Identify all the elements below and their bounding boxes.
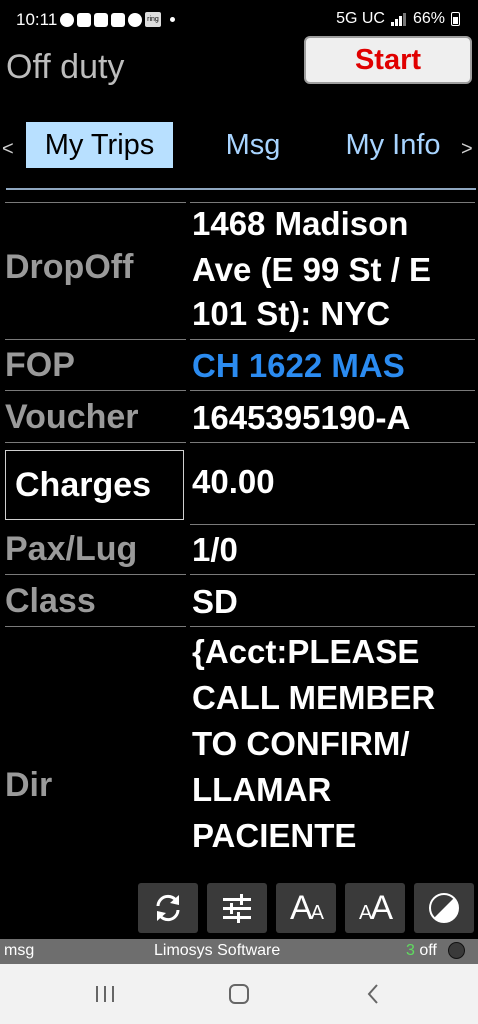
tab-my-trips[interactable]: My Trips <box>26 122 173 168</box>
charges-label[interactable]: Charges <box>5 450 184 520</box>
trip-detail-table[interactable]: DropOff 1468 Madison Ave (E 99 St / E 10… <box>0 196 478 870</box>
more-notifications-dot <box>170 17 175 22</box>
tab-msg[interactable]: Msg <box>218 122 288 168</box>
tab-bar: < My Trips Msg My Info > <box>0 120 478 170</box>
dir-value-line: TO CONFIRM/ <box>192 725 410 762</box>
home-icon <box>229 984 249 1004</box>
filter-settings-button[interactable] <box>207 883 267 933</box>
youtube-icon <box>77 12 91 27</box>
off-count: 3 off <box>406 942 437 959</box>
system-nav-bar <box>0 964 478 1024</box>
msg-indicator[interactable]: msg <box>4 942 34 960</box>
vendor-name: Limosys Software <box>154 942 281 959</box>
youtube-icon <box>111 12 125 27</box>
refresh-button[interactable] <box>138 883 198 933</box>
row-divider <box>190 442 475 443</box>
pax-lug-value: 1/0 <box>192 531 238 568</box>
row-divider <box>5 626 186 627</box>
back-button[interactable] <box>359 981 389 1007</box>
dropoff-label: DropOff <box>5 248 134 286</box>
row-divider <box>5 339 186 340</box>
row-divider <box>5 202 186 203</box>
settings-sliders-icon <box>223 894 251 923</box>
contrast-icon <box>429 893 459 923</box>
dir-value-line: PACIENTE <box>192 817 357 854</box>
tab-my-info[interactable]: My Info <box>336 122 450 168</box>
duty-status: Off duty <box>6 48 125 86</box>
dropoff-value-line: 1468 Madison <box>192 205 409 242</box>
home-button[interactable] <box>224 981 254 1007</box>
signal-icon <box>390 12 407 26</box>
start-button[interactable]: Start <box>304 36 472 84</box>
row-divider <box>190 524 475 525</box>
dir-value-line: CALL MEMBER <box>192 679 436 716</box>
clock: 10:11 <box>16 10 58 29</box>
back-icon <box>367 984 378 1004</box>
recents-icon <box>96 986 114 1002</box>
fop-label: FOP <box>5 346 75 384</box>
row-divider <box>190 339 475 340</box>
font-size-increase-icon: AA <box>358 888 393 927</box>
font-increase-button[interactable]: AA <box>345 883 405 933</box>
class-label: Class <box>5 582 96 620</box>
status-bar: 10:11 ring 5G UC 66% <box>0 0 478 40</box>
charges-value: 40.00 <box>192 463 275 500</box>
youtube-icon <box>94 12 108 27</box>
tab-divider <box>6 188 476 190</box>
app-status-bar: msg Limosys Software 3 off <box>0 939 478 964</box>
recents-button[interactable] <box>90 981 120 1007</box>
battery-percent: 66% <box>412 10 445 27</box>
dir-value-line: {Acct:PLEASE <box>192 633 420 670</box>
row-divider <box>5 390 186 391</box>
connection-indicator <box>448 942 465 959</box>
font-decrease-button[interactable]: AA <box>276 883 336 933</box>
pax-lug-label: Pax/Lug <box>5 530 138 568</box>
dropoff-value-line: 101 St): NYC <box>192 295 391 332</box>
tiktok-icon <box>128 12 142 27</box>
class-value: SD <box>192 583 238 620</box>
ring-icon: ring <box>145 12 161 27</box>
dropoff-value-line: Ave (E 99 St / E <box>192 251 432 288</box>
tab-prev-arrow[interactable]: < <box>2 138 14 161</box>
contrast-toggle-button[interactable] <box>414 883 474 933</box>
dir-value-line: PARA <box>192 860 283 870</box>
refresh-icon <box>156 894 180 922</box>
bottom-toolbar: AA AA <box>0 882 478 934</box>
dir-value-line: LLAMAR <box>192 771 332 808</box>
facebook-icon <box>60 12 74 27</box>
row-divider <box>190 626 475 627</box>
row-divider <box>190 390 475 391</box>
tab-next-arrow[interactable]: > <box>461 138 473 161</box>
fop-value[interactable]: CH 1622 MAS <box>192 344 405 388</box>
row-divider <box>5 574 186 575</box>
voucher-value: 1645395190-A <box>192 399 411 436</box>
row-divider <box>190 574 475 575</box>
font-size-decrease-icon: AA <box>289 888 324 927</box>
row-divider <box>5 442 186 443</box>
dir-label: Dir <box>5 766 53 804</box>
voucher-label: Voucher <box>5 398 139 436</box>
notification-icons: ring <box>60 12 175 27</box>
network-label: 5G UC <box>336 10 385 27</box>
battery-icon <box>451 12 460 26</box>
